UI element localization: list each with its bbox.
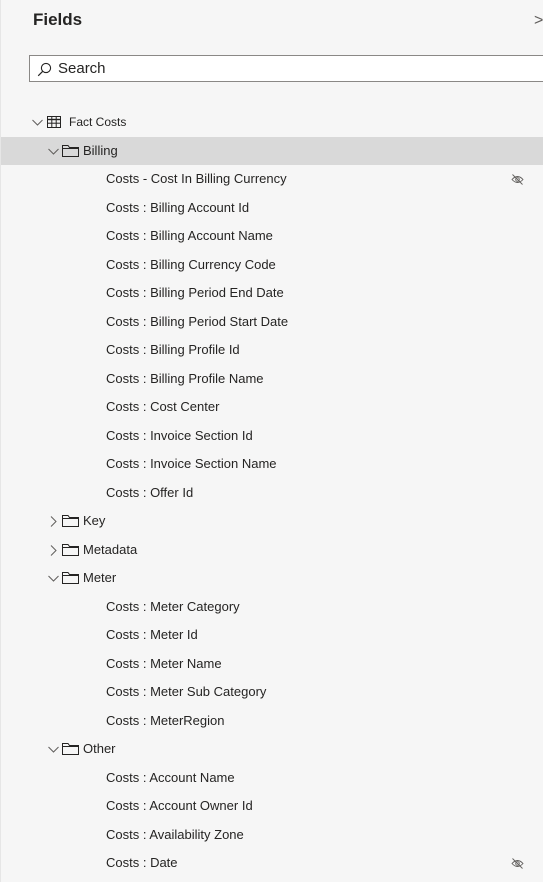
pane-title: Fields <box>33 10 83 29</box>
field-label: Costs : Account Owner Id <box>106 798 253 813</box>
field-row[interactable]: Costs : Billing Currency Code <box>1 251 543 280</box>
field-row[interactable]: Costs : Date <box>1 849 543 878</box>
folder-row[interactable]: Key <box>1 507 543 536</box>
field-label: Costs : Account Name <box>106 769 235 785</box>
field-label: Costs : Billing Account Name <box>106 228 273 243</box>
folder-label: Other <box>83 741 116 756</box>
folder-row[interactable]: Metadata <box>1 536 543 565</box>
field-label: Costs : Invoice Section Name <box>106 456 277 471</box>
field-label: Costs : Meter Id <box>106 627 198 642</box>
folder-label: Billing <box>83 142 118 158</box>
field-row[interactable]: Costs : Invoice Section Name <box>1 450 543 479</box>
folder-label: Metadata <box>83 541 138 557</box>
field-label: Costs : Meter Sub Category <box>106 684 267 699</box>
field-label: Costs : Offer Id <box>106 484 194 500</box>
folder-label: Key <box>83 513 106 528</box>
field-label: Costs : Meter Category <box>106 598 240 614</box>
field-row[interactable]: Costs : Offer Id <box>1 479 543 508</box>
table-row-fact-costs[interactable]: Fact Costs <box>1 108 543 137</box>
table-icon <box>47 116 61 128</box>
field-label: Costs : Billing Currency Code <box>106 256 276 272</box>
search-icon <box>37 62 52 77</box>
field-label: Costs : Billing Period End Date <box>106 285 284 300</box>
field-label: Costs : Billing Period Start Date <box>106 313 289 329</box>
field-row[interactable]: Costs : Billing Account Name <box>1 222 543 251</box>
search-input[interactable] <box>58 58 528 78</box>
field-row[interactable]: Costs : Meter Sub Category <box>1 678 543 707</box>
field-label: Costs : MeterRegion <box>106 712 225 728</box>
chevron-down-icon[interactable] <box>48 573 59 584</box>
folder-icon <box>62 572 79 584</box>
field-row[interactable]: Costs : MeterRegion <box>1 707 543 736</box>
field-label: Costs : Availability Zone <box>106 826 244 842</box>
field-row[interactable]: Costs : Cost Center <box>1 393 543 422</box>
field-label: Costs - Cost In Billing Currency <box>106 171 287 186</box>
field-label: Costs : Invoice Section Id <box>106 427 253 443</box>
field-row[interactable]: Costs : Billing Account Id <box>1 194 543 223</box>
field-row[interactable]: Costs : Billing Period End Date <box>1 279 543 308</box>
folder-icon <box>62 543 79 556</box>
folder-label: Meter <box>83 570 117 585</box>
field-row[interactable]: Costs : Meter Name <box>1 650 543 679</box>
field-label: Costs : Cost Center <box>106 399 220 414</box>
field-label: Costs : Date <box>106 855 178 870</box>
hidden-eye-icon <box>511 174 524 185</box>
chevron-down-icon[interactable] <box>48 744 59 755</box>
collapse-pane-icon[interactable]: > <box>534 12 543 30</box>
field-row[interactable]: Costs : Meter Category <box>1 593 543 622</box>
field-label: Costs : Billing Account Id <box>106 199 250 215</box>
field-row[interactable]: Costs : Billing Profile Name <box>1 365 543 394</box>
folder-icon <box>62 515 79 527</box>
chevron-down-icon[interactable] <box>32 117 43 128</box>
folder-icon <box>62 743 79 755</box>
field-row[interactable]: Costs : Invoice Section Id <box>1 422 543 451</box>
chevron-right-icon[interactable] <box>48 544 59 556</box>
field-row[interactable]: Costs : Availability Zone <box>1 821 543 850</box>
folder-row[interactable]: Meter <box>1 564 543 593</box>
hidden-eye-icon <box>511 858 524 869</box>
chevron-down-icon[interactable] <box>48 146 59 157</box>
folder-icon <box>62 144 79 157</box>
field-row[interactable]: Costs : Meter Id <box>1 621 543 650</box>
folder-row[interactable]: Other <box>1 735 543 764</box>
chevron-right-icon[interactable] <box>48 516 59 527</box>
field-row[interactable]: Costs : Account Owner Id <box>1 792 543 821</box>
field-label: Costs : Meter Name <box>106 655 222 671</box>
folder-row[interactable]: Billing <box>1 136 543 165</box>
field-row[interactable]: Costs : Billing Period Start Date <box>1 308 543 337</box>
table-label: Fact Costs <box>69 115 127 129</box>
pane-header: Fields > <box>1 0 543 44</box>
field-label: Costs : Billing Profile Name <box>106 370 264 386</box>
fields-pane: Fields > Fact Costs Billing Costs - Cost I… <box>0 0 543 882</box>
field-row[interactable]: Costs - Cost In Billing Currency <box>1 165 543 194</box>
field-row[interactable]: Costs : Account Name <box>1 764 543 793</box>
search-box[interactable] <box>29 55 543 82</box>
field-row[interactable]: Costs : Billing Profile Id <box>1 336 543 365</box>
field-label: Costs : Billing Profile Id <box>106 342 240 357</box>
fields-tree: Fact Costs Billing Costs - Cost In Billing… <box>1 108 543 878</box>
